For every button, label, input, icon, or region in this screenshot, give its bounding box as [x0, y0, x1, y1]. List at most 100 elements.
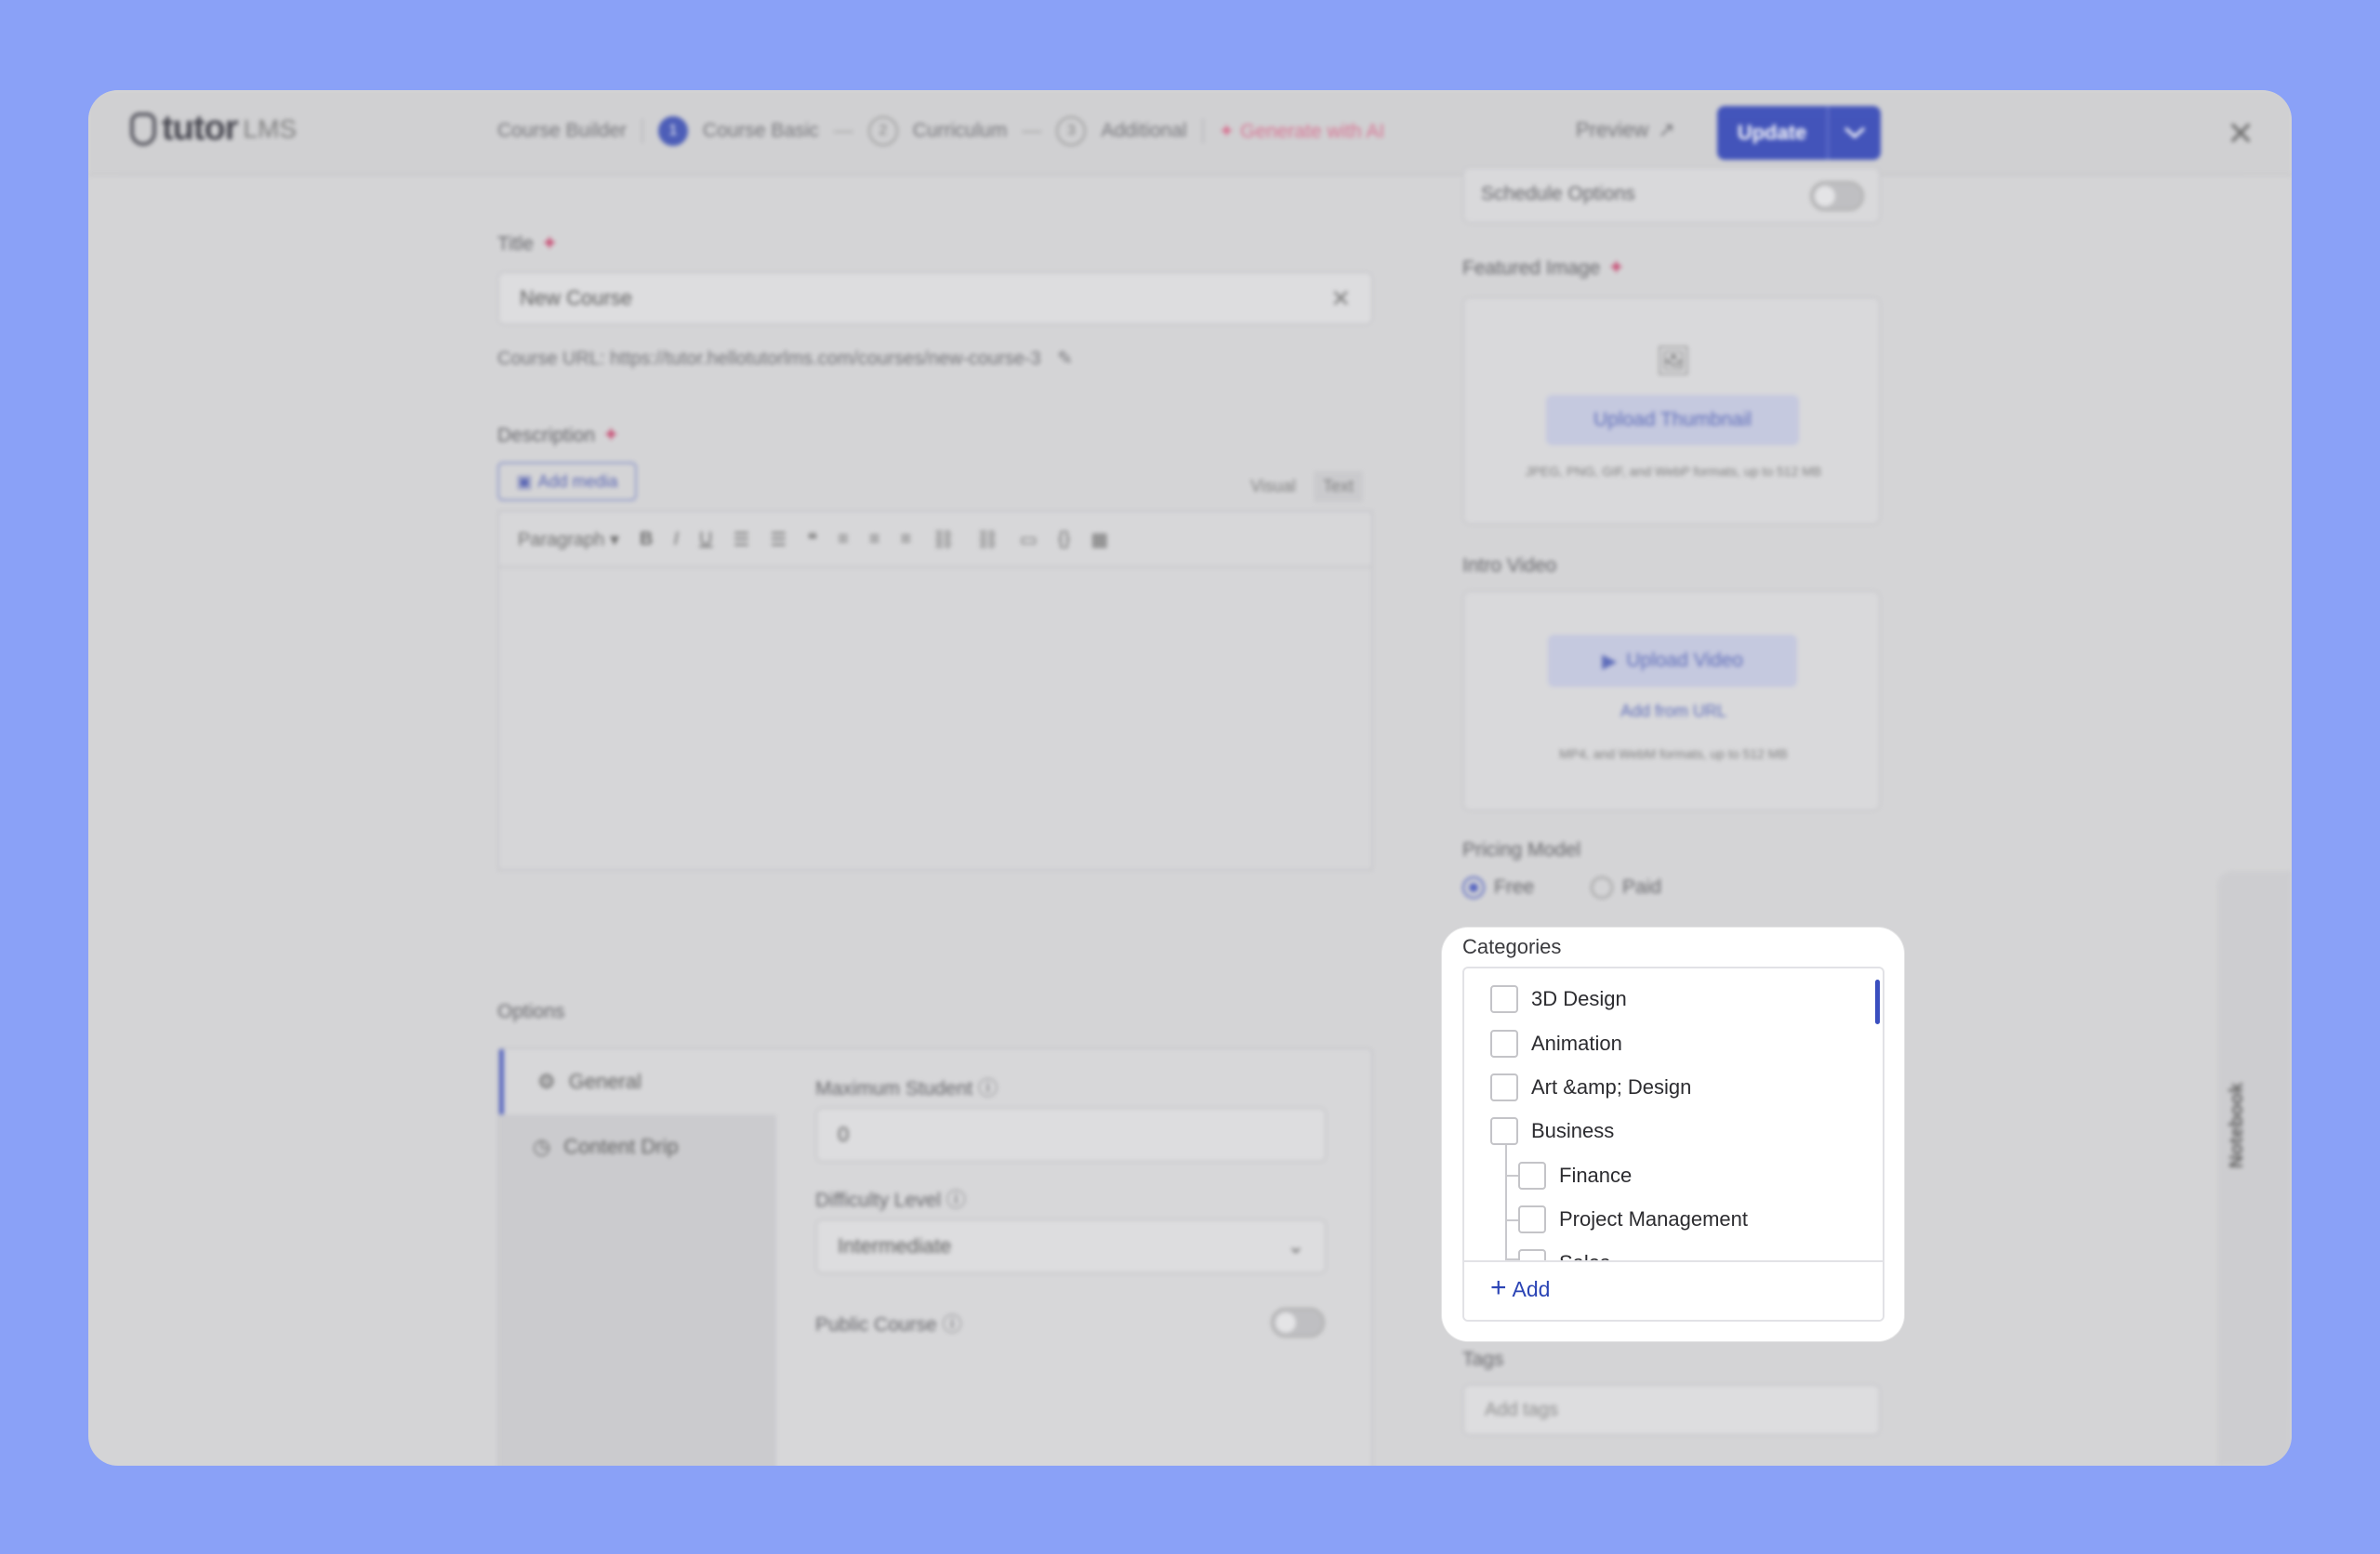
breadcrumb-title: Course Builder	[497, 120, 627, 141]
title-value: New Course	[520, 286, 633, 309]
generate-with-ai-label: Generate with AI	[1239, 120, 1385, 142]
chevron-down-icon: ⌄	[1287, 1234, 1304, 1258]
blockquote-icon[interactable]: ❝	[807, 528, 817, 551]
link-icon[interactable]: ⛓	[932, 528, 955, 551]
step-3-number[interactable]: 3	[1056, 116, 1087, 146]
difficulty-select[interactable]: Intermediate ⌄	[815, 1218, 1327, 1274]
clear-icon[interactable]: ✕	[1330, 284, 1351, 313]
featured-image-label: Featured Image ✦	[1462, 256, 1625, 280]
difficulty-label-text: Difficulty Level	[815, 1190, 942, 1211]
unlink-icon[interactable]: ⛓	[976, 528, 999, 551]
add-category-button[interactable]: + Add	[1490, 1274, 1551, 1302]
max-student-input[interactable]: 0	[815, 1107, 1327, 1163]
category-label: Business	[1531, 1119, 1615, 1142]
pricing-free-label: Free	[1494, 876, 1535, 898]
course-builder-window: tutor LMS Course Builder 1 Course Basic …	[88, 90, 2292, 1466]
divider	[1201, 119, 1204, 143]
schedule-toggle[interactable]	[1810, 181, 1864, 211]
italic-icon[interactable]: I	[673, 529, 679, 550]
format-select-value: Paragraph	[518, 529, 605, 550]
upload-thumbnail-button[interactable]: Upload Thumbnail	[1546, 395, 1799, 445]
add-from-url-link[interactable]: Add from URL	[1464, 702, 1883, 721]
category-checkbox[interactable]	[1490, 1030, 1518, 1058]
schedule-options-box: Schedule Options	[1462, 166, 1881, 224]
chevron-down-icon[interactable]	[1827, 106, 1881, 160]
title-input[interactable]: New Course ✕	[497, 271, 1373, 325]
format-select[interactable]: Paragraph ▾	[518, 528, 619, 551]
ai-sparkle-icon[interactable]: ✦	[602, 423, 619, 446]
step-2-label[interactable]: Curriculum	[913, 120, 1008, 142]
ai-sparkle-icon[interactable]: ✦	[1607, 256, 1624, 279]
external-link-icon: ↗	[1658, 118, 1675, 141]
category-checkbox[interactable]	[1490, 985, 1518, 1013]
step-3-label[interactable]: Additional	[1101, 120, 1186, 142]
info-icon: ⓘ	[945, 1190, 966, 1211]
align-center-icon[interactable]: ≡	[869, 529, 880, 550]
tab-content-drip[interactable]: ◷ Content Drip	[499, 1114, 776, 1179]
update-button[interactable]: Update	[1717, 106, 1881, 160]
bullet-list-icon[interactable]: ☰	[733, 528, 749, 551]
description-editor[interactable]	[497, 568, 1373, 871]
tab-text[interactable]: Text	[1314, 471, 1364, 502]
title-label-text: Title	[497, 233, 534, 255]
scrollbar-thumb[interactable]	[1875, 980, 1880, 1024]
ai-sparkle-icon[interactable]: ✦	[541, 231, 558, 255]
step-1-number[interactable]: 1	[657, 116, 688, 146]
add-media-button[interactable]: ▣ Add media	[497, 462, 637, 501]
notebook-rail[interactable]	[2217, 871, 2292, 1466]
category-item[interactable]: Art &amp; Design	[1490, 1073, 1691, 1101]
difficulty-value: Intermediate	[838, 1234, 952, 1258]
category-checkbox[interactable]	[1518, 1249, 1546, 1260]
public-course-label: Public Course ⓘ	[815, 1310, 962, 1337]
add-category-label: Add	[1512, 1277, 1551, 1301]
numbered-list-icon[interactable]: ☰	[770, 528, 787, 551]
options-heading: Options	[497, 1001, 565, 1022]
pricing-free-option[interactable]: Free	[1462, 876, 1535, 900]
close-icon[interactable]: ✕	[2227, 114, 2254, 153]
max-student-label-text: Maximum Student	[815, 1078, 973, 1100]
public-course-toggle[interactable]	[1271, 1308, 1325, 1337]
radio-free[interactable]	[1462, 876, 1485, 900]
read-more-icon[interactable]: ▭	[1020, 528, 1038, 551]
align-right-icon[interactable]: ≡	[900, 529, 911, 550]
top-bar: tutor LMS Course Builder 1 Course Basic …	[88, 90, 2292, 176]
underline-icon[interactable]: U	[699, 529, 712, 550]
category-label: 3D Design	[1531, 987, 1627, 1010]
category-checkbox[interactable]	[1518, 1162, 1546, 1190]
tags-input[interactable]: Add tags	[1462, 1384, 1881, 1436]
subcategory-item[interactable]: Project Management	[1518, 1205, 1748, 1233]
edit-icon[interactable]: ✎	[1057, 349, 1073, 369]
bold-icon[interactable]: B	[640, 529, 653, 550]
category-item[interactable]: 3D Design	[1490, 985, 1627, 1013]
pricing-paid-option[interactable]: Paid	[1591, 876, 1661, 900]
category-item[interactable]: Animation	[1490, 1030, 1622, 1058]
step-1-label[interactable]: Course Basic	[703, 120, 819, 142]
category-item[interactable]: Business	[1490, 1117, 1614, 1145]
tab-general[interactable]: ⚙ General	[499, 1049, 776, 1114]
category-checkbox[interactable]	[1490, 1117, 1518, 1145]
media-icon: ▣	[516, 471, 533, 491]
category-checkbox[interactable]	[1490, 1073, 1518, 1101]
toolbar-toggle-icon[interactable]: ▦	[1091, 528, 1108, 551]
category-checkbox[interactable]	[1518, 1205, 1546, 1233]
title-label: Title ✦	[497, 231, 558, 256]
code-icon[interactable]: {}	[1058, 529, 1070, 550]
subcategory-item[interactable]: Sales	[1518, 1249, 1610, 1260]
notebook-tab[interactable]: Notebook	[2227, 1083, 2248, 1168]
description-label-text: Description	[497, 425, 596, 446]
categories-scroll-area[interactable]: 3D Design Animation Art &amp; Design Bus…	[1464, 968, 1883, 1260]
generate-with-ai-link[interactable]: ✦ Generate with AI	[1219, 120, 1385, 143]
subcategory-item[interactable]: Finance	[1518, 1162, 1632, 1190]
logo-sub: LMS	[243, 113, 298, 143]
info-icon: ⓘ	[942, 1314, 962, 1336]
align-left-icon[interactable]: ≡	[838, 529, 849, 550]
categories-title: Categories	[1462, 935, 1562, 958]
upload-video-button[interactable]: ▶ Upload Video	[1548, 635, 1797, 687]
step-2-number[interactable]: 2	[867, 116, 898, 146]
tab-visual[interactable]: Visual	[1241, 471, 1305, 502]
difficulty-label: Difficulty Level ⓘ	[815, 1185, 966, 1213]
gear-icon: ⚙	[537, 1070, 556, 1093]
preview-link[interactable]: Preview ↗	[1576, 118, 1675, 142]
max-student-label: Maximum Student ⓘ	[815, 1073, 998, 1101]
radio-paid[interactable]	[1591, 876, 1613, 900]
